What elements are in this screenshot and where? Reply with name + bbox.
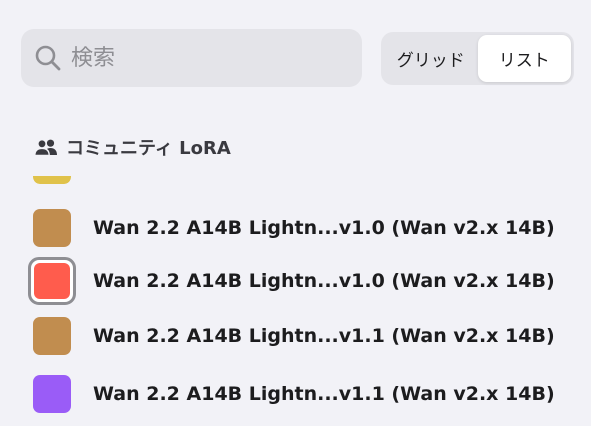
color-swatch — [34, 263, 70, 299]
color-swatch — [33, 209, 71, 247]
list-item-label: Wan 2.2 A14B Lightn...v1.0 (Wan v2.x 14B… — [93, 270, 555, 292]
list-item[interactable]: Wan 2.2 A14B Lightn...v1.1 (Wan v2.x 14B… — [0, 309, 591, 363]
lora-list[interactable]: Wan 2.2 A14B Lightn...v1.0 (Wan v2.x 14B… — [0, 160, 591, 426]
grid-view-tab[interactable]: グリッド — [384, 35, 478, 82]
people-icon — [34, 139, 57, 156]
list-item[interactable]: Wan 2.2 A14B Lightn...v1.0 (Wan v2.x 14B… — [0, 201, 591, 255]
color-swatch — [33, 317, 71, 355]
search-icon — [35, 45, 61, 71]
search-field[interactable] — [21, 29, 362, 87]
color-swatch — [33, 375, 71, 413]
section-header: コミュニティ LoRA — [34, 134, 231, 160]
section-title: コミュニティ LoRA — [66, 138, 231, 159]
partially-hidden-swatch — [33, 176, 71, 184]
partially-hidden-swatch-fill — [33, 176, 71, 184]
list-item[interactable]: Wan 2.2 A14B Lightn...v1.0 (Wan v2.x 14B… — [0, 254, 591, 308]
list-view-tab[interactable]: リスト — [477, 35, 571, 82]
list-item-label: Wan 2.2 A14B Lightn...v1.1 (Wan v2.x 14B… — [93, 325, 555, 347]
list-item[interactable]: Wan 2.2 A14B Lightn...v1.1 (Wan v2.x 14B… — [0, 367, 591, 421]
list-item-label: Wan 2.2 A14B Lightn...v1.0 (Wan v2.x 14B… — [93, 217, 555, 239]
selected-color-swatch — [28, 257, 76, 305]
view-mode-toggle: グリッド リスト — [381, 32, 574, 85]
list-item-label: Wan 2.2 A14B Lightn...v1.1 (Wan v2.x 14B… — [93, 383, 555, 405]
search-input[interactable] — [71, 45, 331, 71]
